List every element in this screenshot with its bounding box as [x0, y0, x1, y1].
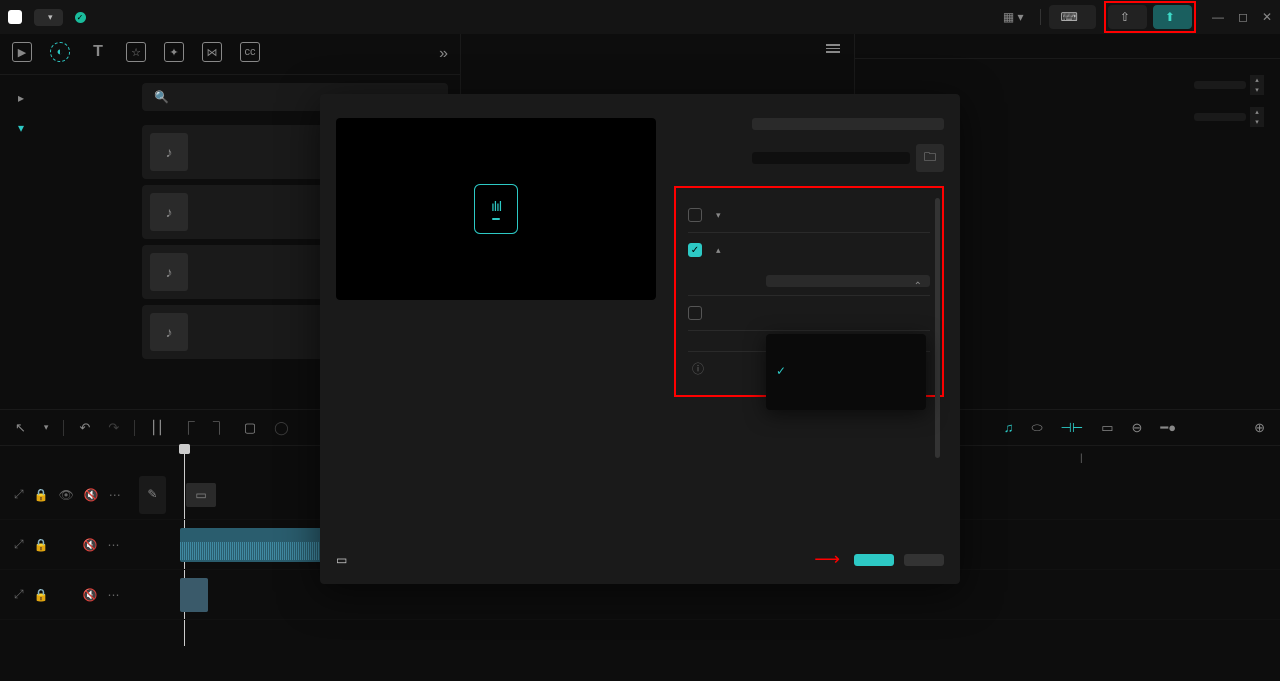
app-logo [8, 10, 26, 24]
trim-right-icon[interactable]: ⏋ [210, 415, 229, 440]
tab-captions[interactable]: cc [240, 42, 260, 66]
sidebar-item-transitions[interactable] [0, 171, 130, 185]
eye-icon[interactable]: 👁 [59, 488, 74, 502]
cancel-button[interactable] [904, 554, 944, 566]
zoom-slider[interactable]: ━● [1157, 417, 1179, 439]
dropdown-option-flac[interactable] [766, 388, 926, 404]
autosaved-label: ✓ [75, 12, 91, 23]
more-icon[interactable]: ⋯ [108, 588, 120, 602]
link-icon[interactable]: ⬭ [1028, 417, 1045, 439]
music-note-icon: ♪ [150, 313, 188, 351]
lock-icon[interactable]: 🔒 [34, 588, 49, 602]
folder-icon[interactable]: 🗀 [916, 144, 944, 172]
music-note-icon: ♪ [150, 133, 188, 171]
maximize-icon[interactable]: ◻ [1238, 10, 1248, 24]
preview-icon[interactable]: ▭ [1098, 417, 1116, 439]
sidebar-item-blackfriday[interactable] [0, 157, 130, 171]
export-confirm-button[interactable] [854, 554, 894, 566]
audio-clip-small[interactable] [180, 578, 208, 612]
chevron-down-icon[interactable]: ▾ [716, 210, 721, 221]
menu-button[interactable]: ▾ [34, 9, 63, 26]
sidebar-music[interactable]: ▸ [0, 83, 130, 113]
dropdown-option-mp3[interactable] [766, 340, 926, 356]
tab-stickers[interactable]: ☆ [126, 42, 146, 66]
share-button[interactable]: ⇧ [1108, 5, 1147, 29]
zoom-in-icon[interactable]: ⊕ [1251, 417, 1268, 439]
name-input[interactable] [752, 118, 944, 130]
redo-icon[interactable]: ↷ [105, 417, 122, 439]
cover-button[interactable] [139, 476, 166, 514]
sidebar-item-trending[interactable] [0, 143, 130, 157]
dialog-title [320, 94, 960, 118]
zoom-icon[interactable]: ⤢ [14, 487, 24, 502]
audio-checkbox[interactable]: ✓ [688, 243, 702, 257]
arrow-indicator: ⟶ [814, 549, 840, 570]
dropdown-option-wav[interactable] [766, 356, 926, 372]
record-icon[interactable]: ◯ [271, 417, 292, 439]
mute-icon[interactable]: 🔇 [83, 588, 98, 602]
player-menu-icon[interactable] [826, 44, 840, 53]
share-export-highlight: ⇧ ⬆ [1104, 1, 1196, 33]
gif-checkbox[interactable] [688, 306, 702, 320]
snap-icon[interactable]: ⊣⊢ [1058, 417, 1087, 439]
tab-transitions[interactable]: ⋈ [202, 42, 222, 66]
info-icon[interactable]: ⓘ [692, 360, 704, 377]
tab-import[interactable]: ▶ [12, 42, 32, 66]
mute-icon[interactable]: 🔇 [84, 488, 99, 502]
check-icon: ✓ [75, 12, 86, 23]
music-note-icon: ♪ [150, 193, 188, 231]
duration-info: ▭ [336, 553, 353, 567]
lock-icon[interactable]: 🔒 [34, 488, 49, 502]
split-icon[interactable]: ⎮⎮ [147, 417, 167, 439]
trim-left-icon[interactable]: ⎾ [179, 415, 198, 440]
sidebar-item-halloween[interactable] [0, 199, 130, 213]
audio-sidebar: ▸ ▾ [0, 75, 130, 409]
sidebar-item-mood[interactable] [0, 185, 130, 199]
mute-icon[interactable]: 🔇 [83, 538, 98, 552]
export-preview: ılıl [336, 118, 656, 300]
dropdown-option-aac[interactable] [766, 372, 926, 388]
more-tabs-icon[interactable]: » [439, 45, 448, 63]
export-options-highlight: ▾ ✓ ▴ [674, 186, 944, 397]
mixer-icon[interactable]: ♫ [1001, 417, 1017, 438]
exportto-input[interactable] [752, 152, 910, 164]
tab-audio[interactable]: ◐ [50, 42, 70, 66]
fadeout-value[interactable] [1194, 113, 1246, 121]
zoom-icon[interactable]: ⤢ [14, 537, 24, 552]
export-button-top[interactable]: ⬆ [1153, 5, 1192, 29]
format-select[interactable] [766, 275, 930, 287]
sidebar-item-magic[interactable] [0, 227, 130, 241]
video-clip[interactable]: ▭ [186, 483, 216, 507]
sidebar-soundfx[interactable]: ▾ [0, 113, 130, 143]
sidebar-item-fight[interactable] [0, 213, 130, 227]
scrollbar[interactable] [935, 198, 940, 458]
close-icon[interactable]: ✕ [1262, 10, 1272, 24]
delete-icon[interactable]: ▢ [241, 417, 259, 439]
pointer-tool[interactable]: ↖ [12, 417, 29, 439]
stepper[interactable]: ▴▾ [1250, 107, 1264, 127]
stepper[interactable]: ▴▾ [1250, 75, 1264, 95]
zoom-out-icon[interactable]: ⊖ [1129, 417, 1146, 439]
format-dropdown [766, 334, 926, 410]
tab-effects[interactable]: ✦ [164, 42, 184, 66]
shortcuts-button[interactable]: ⌨ [1049, 5, 1096, 29]
minimize-icon[interactable]: — [1212, 10, 1224, 24]
music-note-icon: ♪ [150, 253, 188, 291]
video-checkbox[interactable] [688, 208, 702, 222]
title-bar: ▾ ✓ ▦ ▾ ⌨ ⇧ ⬆ — ◻ ✕ [0, 0, 1280, 34]
wav-file-icon: ılıl [474, 184, 518, 234]
export-dialog: ılıl 🗀 ▾ [320, 94, 960, 584]
tab-text[interactable]: T [88, 42, 108, 66]
more-icon[interactable]: ⋯ [108, 538, 120, 552]
tool-dropdown[interactable]: ▾ [41, 419, 52, 436]
lock-icon[interactable]: 🔒 [34, 538, 49, 552]
undo-icon[interactable]: ↶ [76, 417, 93, 439]
layout-icon[interactable]: ▦ ▾ [995, 6, 1032, 28]
zoom-icon[interactable]: ⤢ [14, 587, 24, 602]
fadein-value[interactable] [1194, 81, 1246, 89]
more-icon[interactable]: ⋯ [109, 488, 121, 502]
chevron-up-icon[interactable]: ▴ [716, 245, 721, 256]
